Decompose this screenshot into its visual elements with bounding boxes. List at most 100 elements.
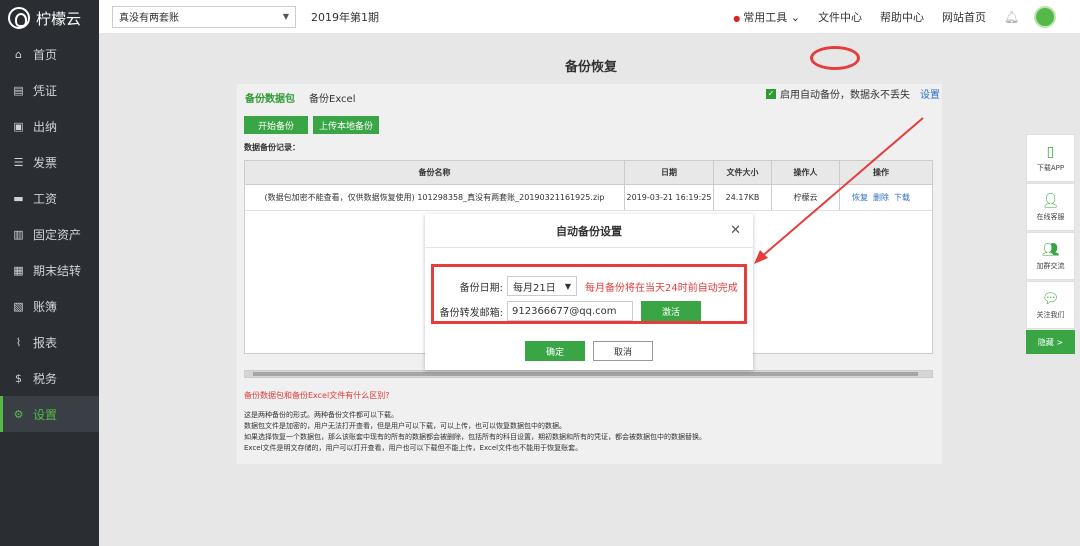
- period-close-icon: ▦: [13, 263, 24, 277]
- sidebar-item-label: 出纳: [33, 119, 58, 134]
- salary-icon: ▬: [13, 191, 24, 205]
- tab-backup-package[interactable]: 备份数据包: [245, 90, 295, 105]
- table-row: (数据包加密不能查看，仅供数据恢复使用) 101298358_真没有两套账_20…: [245, 185, 932, 211]
- home-icon: ⌂: [15, 47, 22, 61]
- sidebar-item-label: 设置: [33, 407, 58, 422]
- caret-down-icon: ▼: [282, 12, 289, 21]
- restore-link[interactable]: 恢复: [852, 192, 868, 203]
- delete-link[interactable]: 删除: [873, 192, 889, 203]
- sidebar-item[interactable]: ▤ 凭证: [0, 72, 99, 108]
- avatar[interactable]: [1034, 5, 1056, 28]
- bell-icon[interactable]: 🔔︎: [1004, 10, 1019, 24]
- auto-backup-modal: 自动备份设置 ✕ 备份日期: 每月21日 ▼ 每月备份将在当天24时前自动完成 …: [425, 214, 753, 370]
- scrollbar-thumb[interactable]: [253, 372, 918, 376]
- app-logo[interactable]: 柠檬云: [0, 0, 99, 36]
- cell-date: 2019-03-21 16:19:25: [625, 185, 714, 210]
- ledger-icon: ▧: [13, 299, 24, 313]
- sidebar-item[interactable]: ▧ 账簿: [0, 288, 99, 324]
- sidebar-item-label: 发票: [33, 155, 58, 170]
- backup-date-value: 每月21日: [513, 282, 556, 294]
- upload-local-backup-button[interactable]: 上传本地备份: [313, 116, 379, 134]
- float-follow-us[interactable]: 💬︎ 关注我们: [1026, 281, 1075, 329]
- activate-button[interactable]: 激活: [641, 301, 701, 321]
- header-operator: 操作人: [772, 161, 840, 184]
- help-line: 这是两种备份的形式。两种备份文件都可以下载。: [244, 411, 398, 419]
- help-link[interactable]: 备份数据包和备份Excel文件有什么区别?: [244, 390, 389, 401]
- header-name: 备份名称: [245, 161, 625, 184]
- annotation-oval: [810, 46, 860, 70]
- lemon-logo-icon: [8, 7, 30, 29]
- backup-date-label: 备份日期:: [459, 282, 503, 294]
- gear-icon: ⚙: [13, 407, 24, 421]
- chevron-down-icon: ⌄: [790, 10, 800, 24]
- download-link[interactable]: 下载: [894, 192, 910, 203]
- sidebar-item[interactable]: ⌂ 首页: [0, 36, 99, 72]
- sidebar-item-label: 凭证: [33, 83, 58, 98]
- sidebar-item-label: 工资: [33, 191, 58, 206]
- sidebar-item[interactable]: ▣ 出纳: [0, 108, 99, 144]
- float-download-app[interactable]: ▯ 下载APP: [1026, 134, 1075, 182]
- topnav-tools[interactable]: ● 常用工具 ⌄: [733, 9, 800, 25]
- header-size: 文件大小: [714, 161, 772, 184]
- records-label: 数据备份记录：: [244, 143, 300, 152]
- email-field[interactable]: 912366677@qq.com: [507, 301, 633, 321]
- help-line: Excel文件是明文存储的，用户可以打开查看，用户也可以下载但不能上传，Exce…: [244, 444, 583, 452]
- top-nav: ● 常用工具 ⌄ 文件中心 帮助中心 网站首页 🔔︎: [733, 5, 1080, 28]
- tab-backup-excel[interactable]: 备份Excel: [309, 90, 356, 105]
- sidebar-item[interactable]: ▦ 期末结转: [0, 252, 99, 288]
- main-content: 备份恢复 备份数据包 备份Excel ✓ 启用自动备份，数据永不丢失 设置 开始…: [99, 34, 1080, 546]
- horizontal-scrollbar[interactable]: [244, 370, 933, 378]
- sidebar-item[interactable]: ⚙ 设置: [0, 396, 99, 432]
- checkbox-icon[interactable]: ✓: [766, 88, 776, 99]
- cashier-icon: ▣: [13, 119, 24, 133]
- float-join-group[interactable]: 👥︎ 加群交流: [1026, 232, 1075, 280]
- auto-backup-label: 启用自动备份，数据永不丢失: [780, 90, 910, 101]
- sidebar-item[interactable]: ⌇ 报表: [0, 324, 99, 360]
- cancel-button[interactable]: 取消: [593, 341, 653, 361]
- user-icon: 👤︎: [1041, 192, 1060, 209]
- cell-name: (数据包加密不能查看，仅供数据恢复使用) 101298358_真没有两套账_20…: [245, 185, 625, 210]
- backup-date-row: 备份日期: 每月21日 ▼ 每月备份将在当天24时前自动完成: [435, 276, 738, 296]
- report-icon: ⌇: [15, 335, 22, 349]
- sidebar-item[interactable]: ▬ 工资: [0, 180, 99, 216]
- period-label: 2019年第1期: [311, 10, 379, 24]
- help-line: 数据包文件是加密的，用户无法打开查看，但是用户可以下载，可以上传，也可以恢复数据…: [244, 422, 566, 430]
- tabs: 备份数据包 备份Excel: [245, 90, 356, 105]
- sidebar-item-label: 期末结转: [33, 263, 82, 278]
- table-header: 备份名称 日期 文件大小 操作人 操作: [245, 161, 932, 185]
- help-line: 如果选择恢复一个数据包，那么该账套中现有的所有的数据都会被删除，包括所有的科目设…: [244, 433, 706, 441]
- sidebar-item-label: 账簿: [33, 299, 58, 314]
- topnav-file-center[interactable]: 文件中心: [818, 9, 862, 25]
- backup-date-select[interactable]: 每月21日 ▼: [507, 276, 577, 296]
- account-select-value: 真没有两套账: [119, 13, 179, 24]
- group-icon: 👥︎: [1041, 241, 1060, 258]
- topbar: 真没有两套账 ▼ 2019年第1期 ● 常用工具 ⌄ 文件中心 帮助中心 网站首页…: [99, 0, 1080, 34]
- topnav-help-center[interactable]: 帮助中心: [880, 9, 924, 25]
- float-online-service[interactable]: 👤︎ 在线客服: [1026, 183, 1075, 231]
- topnav-website-home[interactable]: 网站首页: [942, 9, 986, 25]
- start-backup-button[interactable]: 开始备份: [244, 116, 308, 134]
- sidebar-item[interactable]: ☰ 发票: [0, 144, 99, 180]
- ok-button[interactable]: 确定: [525, 341, 585, 361]
- account-select[interactable]: 真没有两套账 ▼: [112, 5, 296, 28]
- float-panel: ▯ 下载APP 👤︎ 在线客服 👥︎ 加群交流 💬︎ 关注我们 隐藏 >: [1026, 134, 1075, 354]
- close-icon[interactable]: ✕: [730, 223, 741, 238]
- modal-title: 自动备份设置: [556, 224, 622, 238]
- email-label: 备份转发邮箱:: [439, 307, 503, 319]
- red-dot-icon: ●: [733, 13, 741, 23]
- modal-footer: 确定 取消: [425, 341, 753, 361]
- caret-down-icon: ▼: [564, 281, 571, 291]
- sidebar: 柠檬云 ⌂ 首页 ▤ 凭证 ▣ 出纳 ☰ 发票 ▬ 工资 ▥ 固定资产 ▦ 期末结转 ▧ 账簿 ⌇ 报表 $ 税务 ⚙ 设…: [0, 0, 99, 546]
- modal-header: 自动备份设置 ✕: [425, 214, 753, 248]
- sidebar-item-label: 首页: [33, 47, 58, 62]
- tax-icon: $: [15, 371, 22, 385]
- cell-size: 24.17KB: [714, 185, 772, 210]
- cell-actions: 恢复 删除 下载: [840, 185, 922, 210]
- auto-backup-settings-link[interactable]: 设置: [920, 86, 940, 101]
- sidebar-item[interactable]: $ 税务: [0, 360, 99, 396]
- float-hide-button[interactable]: 隐藏 >: [1026, 330, 1075, 354]
- header-actions: 操作: [873, 168, 889, 177]
- backup-actions: 开始备份 上传本地备份: [244, 116, 379, 134]
- page-title: 备份恢复: [565, 60, 618, 75]
- sidebar-item[interactable]: ▥ 固定资产: [0, 216, 99, 252]
